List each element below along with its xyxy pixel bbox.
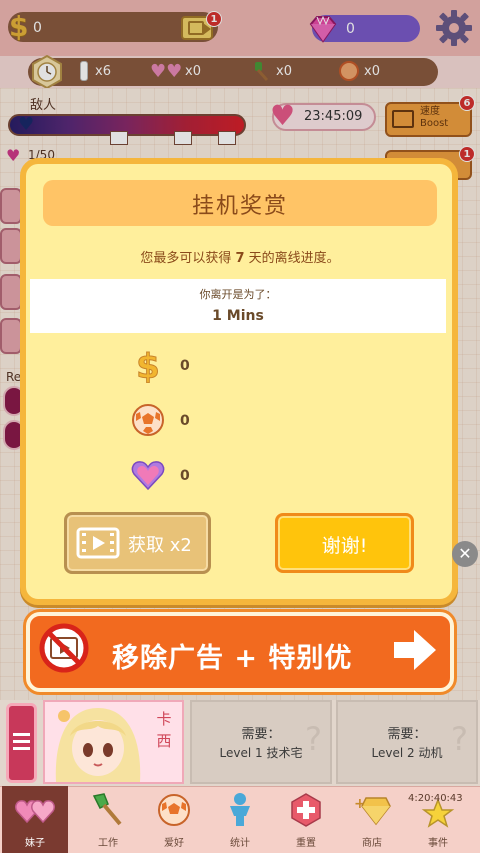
heart-icon xyxy=(131,461,165,491)
dollar-icon: $ xyxy=(136,347,161,383)
film-icon xyxy=(76,527,120,559)
reward-money-value: 0 xyxy=(180,358,190,374)
nav-label: 工作 xyxy=(98,838,118,849)
menu-icon xyxy=(13,747,30,750)
double-reward-label: 获取 x2 xyxy=(128,535,192,556)
hearts-icon xyxy=(15,800,55,824)
reset-icon xyxy=(291,793,321,827)
nav-label: 妹子 xyxy=(25,838,45,849)
nav-stats[interactable]: 统计 xyxy=(207,786,273,853)
nav-label: 事件 xyxy=(428,838,448,849)
event-timer: 4:20:40:43 xyxy=(408,793,463,804)
close-icon[interactable]: ✕ xyxy=(452,541,478,567)
nav-label: 重置 xyxy=(296,838,316,849)
nav-label: 统计 xyxy=(230,838,250,849)
character-portrait xyxy=(55,708,141,782)
ball-icon xyxy=(132,404,164,436)
nav-work[interactable]: 工作 xyxy=(75,786,141,853)
question-icon: ? xyxy=(451,720,468,758)
no-ads-icon xyxy=(39,623,89,673)
arrow-right-icon xyxy=(394,630,436,670)
nav-shop[interactable]: + 商店 xyxy=(339,786,405,853)
modal-title: 挂机奖赏 xyxy=(191,194,288,219)
modal-subtitle: 您最多可以获得 7 天的离线进度。 xyxy=(140,251,340,266)
shop-icon: + xyxy=(354,796,391,826)
person-icon xyxy=(230,793,250,826)
character-name: 卡西 xyxy=(156,710,172,750)
question-icon: ? xyxy=(305,720,322,758)
thanks-label: 谢谢! xyxy=(321,535,368,557)
nav-girls[interactable]: 妹子 xyxy=(2,786,68,853)
ball-icon xyxy=(158,794,190,826)
menu-icon xyxy=(13,740,30,743)
reward-hobby-value: 0 xyxy=(180,413,190,429)
menu-icon xyxy=(13,733,30,736)
nav-label: 爱好 xyxy=(164,838,184,849)
menu-button[interactable] xyxy=(6,703,37,783)
nav-hobby[interactable]: 爱好 xyxy=(141,786,207,853)
nav-reset[interactable]: 重置 xyxy=(273,786,339,853)
svg-text:$: $ xyxy=(136,347,160,383)
reward-love-value: 0 xyxy=(180,468,190,484)
away-label: 你离开是为了： xyxy=(199,288,277,301)
away-value: 1 Mins xyxy=(212,308,264,324)
remove-ads-text: 移除广告 + 特别优 xyxy=(112,643,353,674)
shovel-icon xyxy=(92,793,122,826)
nav-label: 商店 xyxy=(362,838,382,849)
